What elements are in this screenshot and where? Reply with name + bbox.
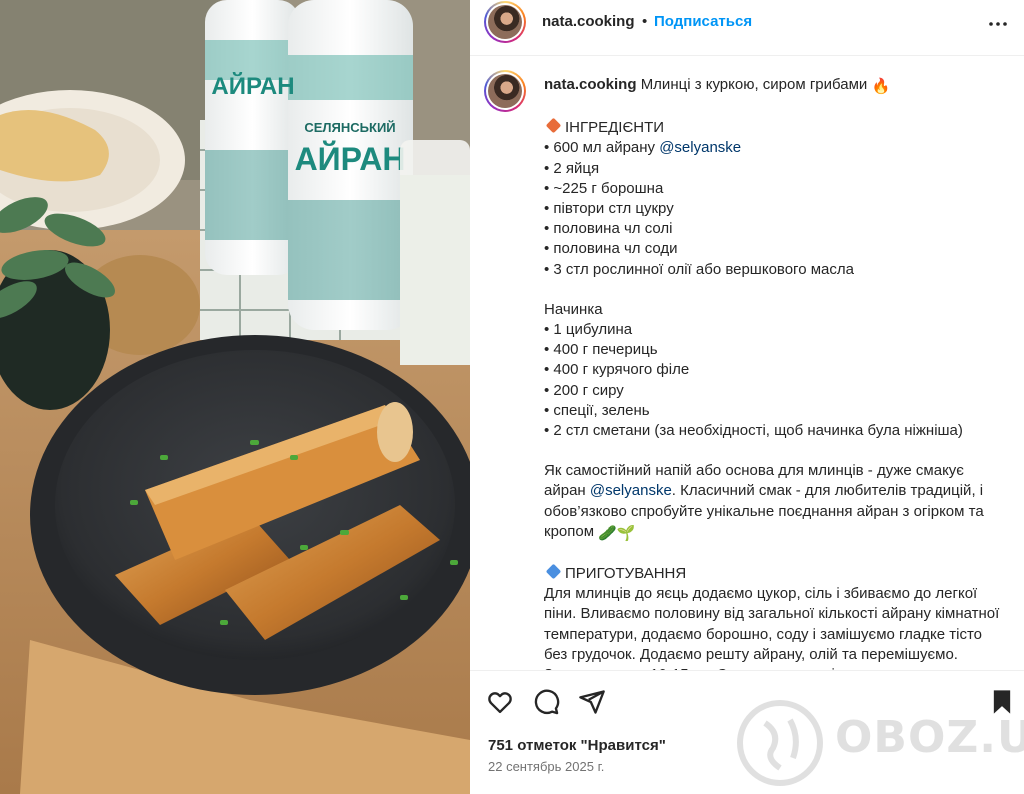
caption-title: Млинці з куркою, сиром грибами (640, 76, 868, 93)
comment-icon[interactable] (532, 688, 560, 716)
mention-link[interactable]: @selyanske (590, 482, 672, 499)
follow-button[interactable]: Подписаться (654, 13, 752, 30)
blue-diamond-icon (545, 563, 562, 580)
ingredient-line: • половина чл солі (544, 220, 673, 238)
filling-heading: Начинка (544, 300, 603, 318)
header-separator: • (642, 13, 648, 30)
ingredient-line: • ~225 г борошна (544, 179, 664, 197)
caption-area[interactable]: nata.cooking Млинці з куркою, сиром гриб… (470, 57, 1024, 670)
heart-icon[interactable] (486, 688, 514, 716)
ingredient-line: • половина чл соди (544, 240, 678, 258)
author-username[interactable]: nata.cooking (542, 13, 635, 30)
more-horizontal-icon[interactable] (986, 12, 1010, 36)
cucumber-sprout-emoji-icon: 🥒🌱 (598, 524, 636, 542)
promo-paragraph: Як самостійний напій або основа для млин… (544, 461, 1004, 544)
method-text: Для млинців до яєць додаємо цукор, сіль … (544, 585, 1000, 670)
likes-count[interactable]: 751 отметок "Нравится" (488, 737, 666, 754)
filling-line: • 400 г курячого філе (544, 361, 690, 379)
bookmark-icon[interactable] (988, 688, 1016, 716)
bottle1-product-label: АЙРАН (211, 72, 294, 100)
caption-author-avatar[interactable] (484, 70, 526, 112)
post-header: nata.cooking • Подписаться (470, 0, 1024, 56)
ingredients-heading: ІНГРЕДІЄНТИ (565, 119, 665, 137)
share-icon[interactable] (578, 688, 606, 716)
filling-line: • 1 цибулина (544, 321, 633, 339)
filling-line: • спеції, зелень (544, 401, 650, 419)
bottle-brand-label: СЕЛЯНСЬКИЙ (304, 120, 395, 135)
ingredient-line: • 2 яйця (544, 159, 600, 177)
filling-line: • 2 стл сметани (за необхідності, щоб на… (544, 422, 963, 440)
orange-diamond-icon (545, 117, 562, 134)
post-caption: nata.cooking Млинці з куркою, сиром гриб… (544, 75, 1004, 670)
mention-link[interactable]: @selyanske (659, 139, 741, 156)
crepes-photo-illustration: СЕЛЯНСЬКИЙ АЙРАН АЙРАН (0, 0, 470, 794)
caption-username[interactable]: nata.cooking (544, 76, 637, 93)
filling-line: • 400 г печериць (544, 341, 658, 359)
bottle-product-label: АЙРАН (295, 141, 406, 177)
post-side-panel: nata.cooking • Подписаться nata.cooking … (470, 0, 1024, 794)
filling-line: • 200 г сиру (544, 381, 624, 399)
fire-emoji-icon: 🔥 (871, 78, 891, 95)
method-heading: ПРИГОТУВАННЯ (565, 565, 687, 583)
post-photo[interactable]: СЕЛЯНСЬКИЙ АЙРАН АЙРАН (0, 0, 470, 794)
ingredient-line: • 3 стл рослинної олії або вершкового ма… (544, 260, 854, 278)
author-avatar[interactable] (484, 1, 526, 43)
post-actions: 751 отметок "Нравится" 22 сентябрь 2025 … (470, 670, 1024, 794)
ingredient-line: • 600 мл айрану @selyanske (544, 139, 742, 157)
post-date: 22 сентябрь 2025 г. (488, 759, 605, 774)
ingredient-line: • півтори стл цукру (544, 200, 674, 218)
